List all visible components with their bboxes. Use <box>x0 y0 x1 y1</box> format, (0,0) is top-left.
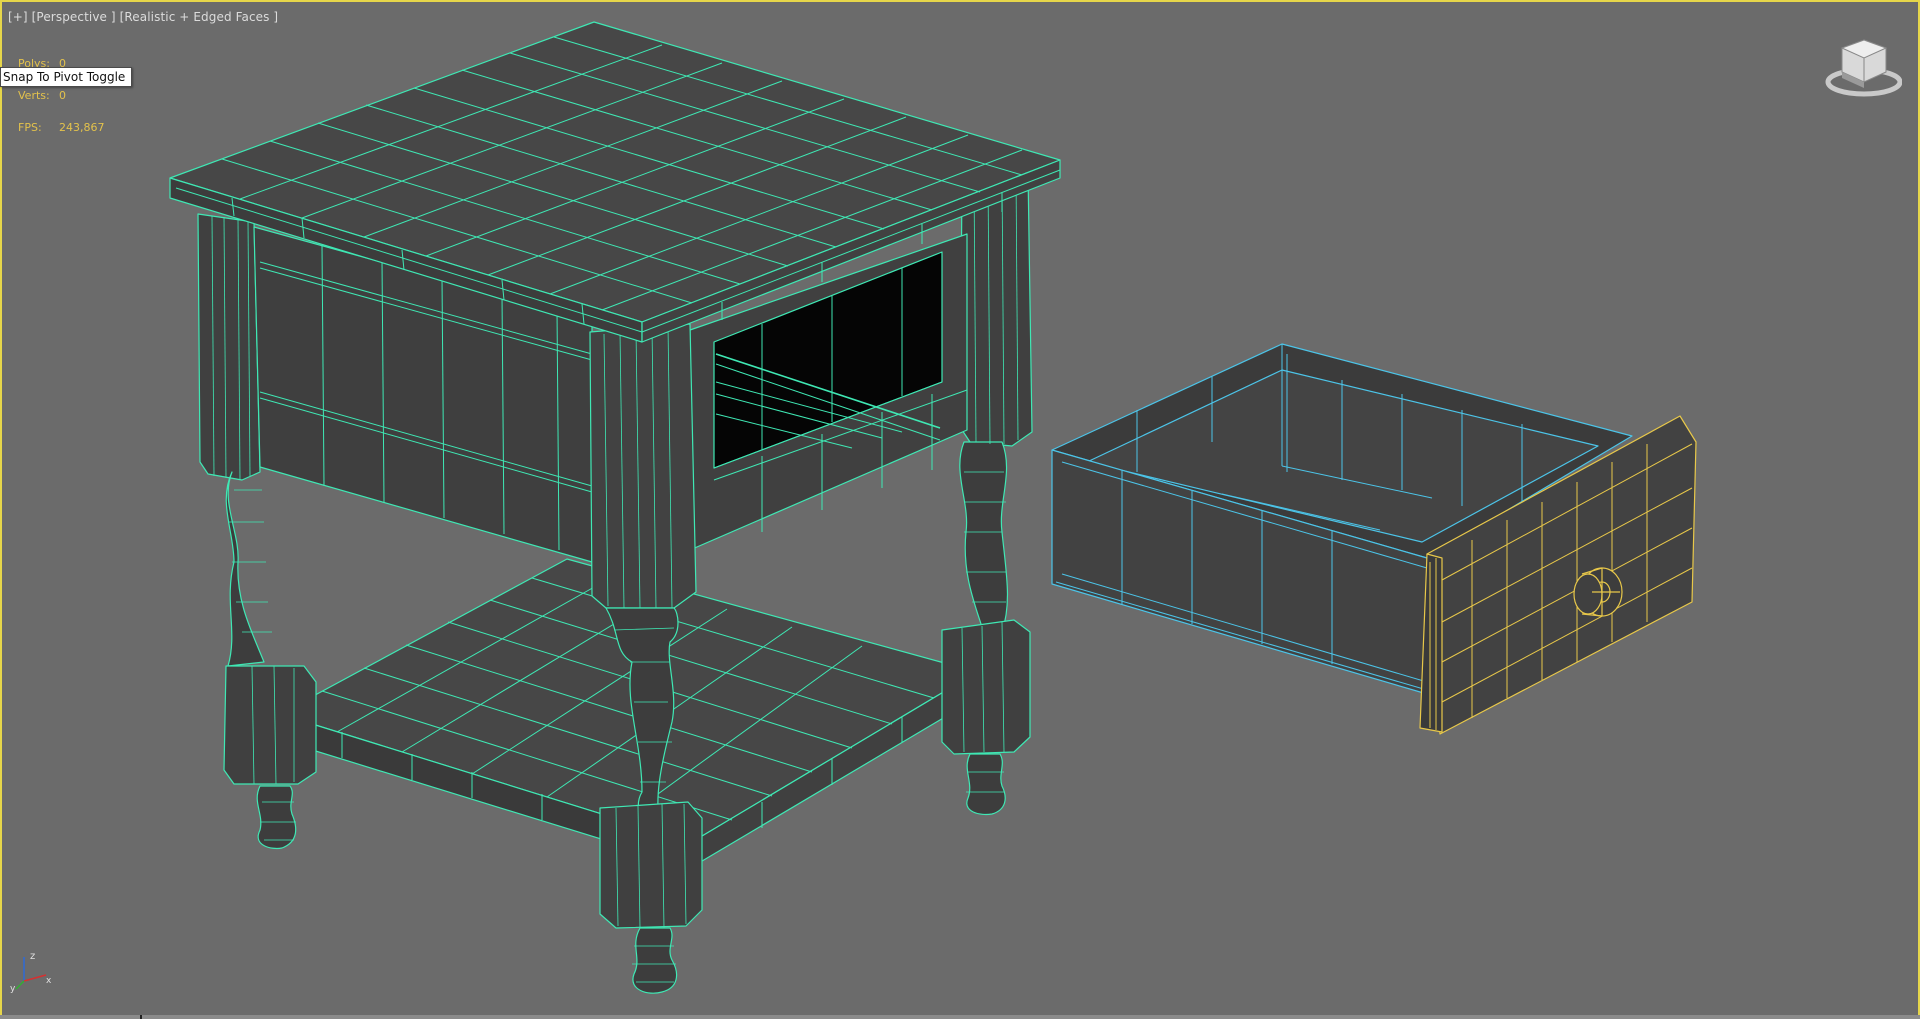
fps-label: FPS: <box>18 121 42 134</box>
verts-label: Verts: <box>18 89 50 102</box>
viewport-label[interactable]: [+] [Perspective ] [Realistic + Edged Fa… <box>8 10 278 24</box>
bottom-status-strip <box>0 1015 1920 1019</box>
axis-tripod-icon: z x y <box>10 951 52 994</box>
axis-x-label: x <box>46 976 52 986</box>
fps-value: 243,867 <box>59 121 105 134</box>
perspective-viewport[interactable]: [+] [Perspective ] [Realistic + Edged Fa… <box>0 0 1920 1019</box>
drawer-model[interactable] <box>1051 343 1697 735</box>
verts-value: 0 <box>59 89 66 102</box>
viewcube-icon[interactable] <box>1822 32 1902 102</box>
tooltip: Snap To Pivot Toggle <box>0 67 133 87</box>
nightstand-model[interactable] <box>169 21 1061 994</box>
timeline-marker <box>140 1015 142 1019</box>
axis-z-label: z <box>30 951 35 962</box>
verts-stat: Verts: 0 <box>18 89 105 121</box>
fps-stat: FPS: 243,867 <box>18 121 105 153</box>
axis-y-label: y <box>10 984 16 994</box>
scene-canvas[interactable] <box>2 2 1918 1017</box>
